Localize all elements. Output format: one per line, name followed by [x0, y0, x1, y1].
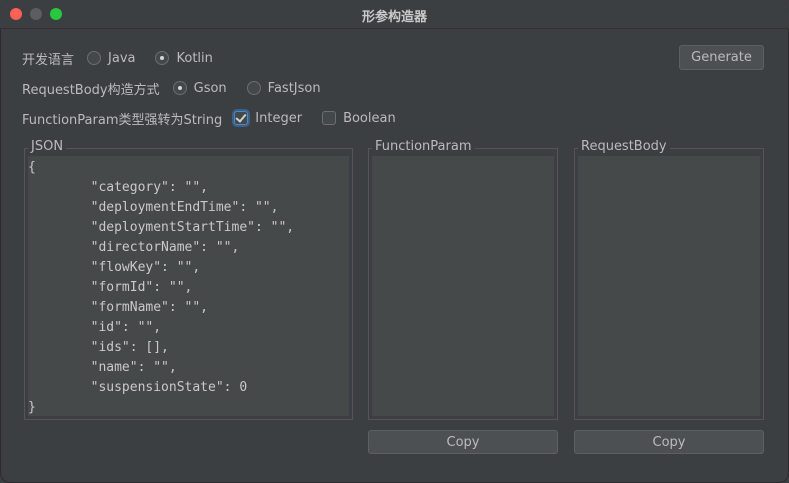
radio-kotlin[interactable] — [155, 51, 170, 65]
radio-gson[interactable] — [172, 81, 187, 95]
radio-fastjson[interactable] — [246, 81, 261, 95]
radio-kotlin-label[interactable]: Kotlin — [176, 51, 212, 66]
checkbox-boolean[interactable] — [322, 111, 337, 125]
radio-fastjson-label[interactable]: FastJson — [268, 81, 321, 96]
radio-gson-label[interactable]: Gson — [194, 81, 227, 96]
copy-function-param-button[interactable]: Copy — [368, 430, 558, 454]
request-body-row: RequestBody构造方式 Gson FastJson — [22, 78, 341, 98]
title-bar[interactable]: 形参构造器 — [0, 0, 789, 29]
radio-java-label[interactable]: Java — [108, 51, 135, 66]
json-text-area[interactable]: { "category": "", "deploymentEndTime": "… — [28, 156, 349, 416]
checkbox-integer-label[interactable]: Integer — [255, 111, 302, 126]
json-panel-title: JSON — [28, 139, 67, 155]
request-body-text-area[interactable] — [578, 156, 760, 416]
radio-kotlin-option[interactable]: Kotlin — [155, 51, 213, 66]
language-row: 开发语言 Java Kotlin — [22, 48, 233, 68]
window-title: 形参构造器 — [361, 10, 427, 25]
function-param-panel: FunctionParam — [368, 139, 558, 420]
radio-java-option[interactable]: Java — [87, 51, 135, 66]
language-label: 开发语言 — [22, 52, 75, 68]
json-panel: { "category": "", "deploymentEndTime": "… — [24, 139, 353, 420]
function-param-text-area[interactable] — [372, 156, 554, 416]
checkbox-boolean-label[interactable]: Boolean — [343, 111, 396, 126]
request-body-label: RequestBody构造方式 — [22, 82, 160, 98]
radio-gson-option[interactable]: Gson — [172, 81, 227, 96]
checkbox-integer[interactable] — [234, 111, 249, 125]
generate-button[interactable]: Generate — [679, 45, 764, 70]
radio-fastjson-option[interactable]: FastJson — [246, 81, 321, 96]
function-param-label: FunctionParam类型强转为String — [22, 112, 223, 128]
main-window: 形参构造器 开发语言 Java Kotlin Generate RequestB… — [0, 0, 789, 483]
copy-request-body-button[interactable]: Copy — [574, 430, 764, 454]
radio-java[interactable] — [87, 51, 102, 65]
function-param-panel-title: FunctionParam — [372, 139, 475, 155]
checkbox-integer-option[interactable]: Integer — [234, 111, 302, 126]
request-body-panel: RequestBody — [574, 139, 764, 420]
function-param-row: FunctionParam类型强转为String Integer Boolean — [22, 108, 416, 128]
checkbox-boolean-option[interactable]: Boolean — [322, 111, 396, 126]
request-body-panel-title: RequestBody — [578, 139, 670, 155]
